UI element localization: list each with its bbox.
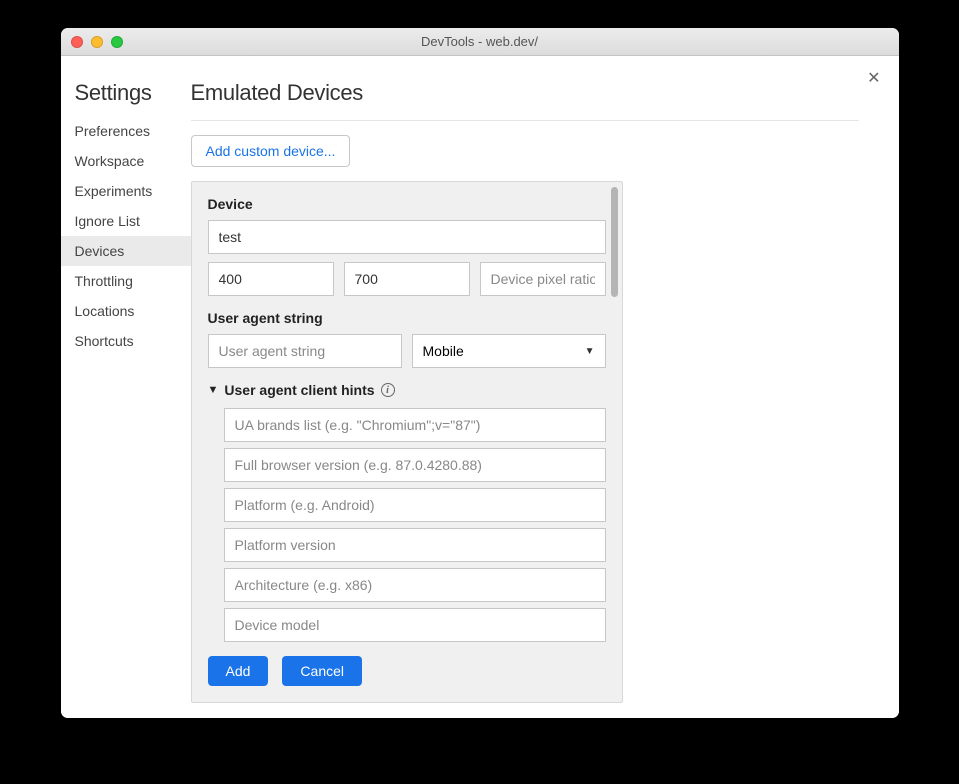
divider bbox=[191, 120, 859, 121]
traffic-lights bbox=[61, 36, 123, 48]
page-title: Emulated Devices bbox=[191, 80, 859, 106]
device-form-wrap: Device User agent string Mobile ▼ bbox=[191, 181, 859, 703]
ua-type-value: Mobile bbox=[423, 343, 464, 359]
ua-platform-input[interactable] bbox=[224, 488, 606, 522]
devtools-window: DevTools - web.dev/ ✕ Settings Preferenc… bbox=[61, 28, 899, 718]
settings-sidebar: Settings Preferences Workspace Experimen… bbox=[61, 56, 191, 718]
sidebar-title: Settings bbox=[61, 80, 191, 116]
triangle-down-icon: ▼ bbox=[208, 384, 219, 396]
add-device-row: Add custom device... bbox=[191, 135, 859, 167]
sidebar-item-locations[interactable]: Locations bbox=[61, 296, 191, 326]
ua-section-label: User agent string bbox=[208, 310, 606, 326]
info-icon[interactable]: i bbox=[381, 383, 395, 397]
ua-brands-input[interactable] bbox=[224, 408, 606, 442]
window-title: DevTools - web.dev/ bbox=[61, 34, 899, 49]
close-window-icon[interactable] bbox=[71, 36, 83, 48]
device-section-label: Device bbox=[208, 196, 606, 212]
device-name-input[interactable] bbox=[208, 220, 606, 254]
ua-string-input[interactable] bbox=[208, 334, 402, 368]
sidebar-item-experiments[interactable]: Experiments bbox=[61, 176, 191, 206]
device-dimensions-row bbox=[208, 262, 606, 296]
ua-client-hints-toggle[interactable]: ▼ User agent client hints i bbox=[208, 382, 606, 398]
form-actions: Add Cancel bbox=[208, 656, 606, 686]
sidebar-item-ignore-list[interactable]: Ignore List bbox=[61, 206, 191, 236]
minimize-window-icon[interactable] bbox=[91, 36, 103, 48]
ua-row: Mobile ▼ bbox=[208, 334, 606, 368]
sidebar-item-shortcuts[interactable]: Shortcuts bbox=[61, 326, 191, 356]
cancel-button[interactable]: Cancel bbox=[282, 656, 362, 686]
chevron-down-icon: ▼ bbox=[585, 346, 595, 357]
settings-content: ✕ Settings Preferences Workspace Experim… bbox=[61, 56, 899, 718]
ua-client-hints-fields bbox=[208, 408, 606, 642]
device-height-input[interactable] bbox=[344, 262, 470, 296]
settings-main: Emulated Devices Add custom device... De… bbox=[191, 56, 899, 718]
sidebar-item-workspace[interactable]: Workspace bbox=[61, 146, 191, 176]
ua-model-input[interactable] bbox=[224, 608, 606, 642]
device-width-input[interactable] bbox=[208, 262, 334, 296]
sidebar-item-throttling[interactable]: Throttling bbox=[61, 266, 191, 296]
window-titlebar: DevTools - web.dev/ bbox=[61, 28, 899, 56]
device-form-panel: Device User agent string Mobile ▼ bbox=[191, 181, 623, 703]
ua-client-hints-label: User agent client hints bbox=[224, 382, 374, 398]
close-settings-button[interactable]: ✕ bbox=[867, 68, 880, 88]
zoom-window-icon[interactable] bbox=[111, 36, 123, 48]
add-custom-device-button[interactable]: Add custom device... bbox=[191, 135, 351, 167]
ua-architecture-input[interactable] bbox=[224, 568, 606, 602]
ua-platform-version-input[interactable] bbox=[224, 528, 606, 562]
add-button[interactable]: Add bbox=[208, 656, 269, 686]
scrollbar-thumb[interactable] bbox=[611, 187, 618, 297]
sidebar-item-preferences[interactable]: Preferences bbox=[61, 116, 191, 146]
ua-type-select[interactable]: Mobile ▼ bbox=[412, 334, 606, 368]
sidebar-item-devices[interactable]: Devices bbox=[61, 236, 191, 266]
device-pixel-ratio-input[interactable] bbox=[480, 262, 606, 296]
ua-fullversion-input[interactable] bbox=[224, 448, 606, 482]
